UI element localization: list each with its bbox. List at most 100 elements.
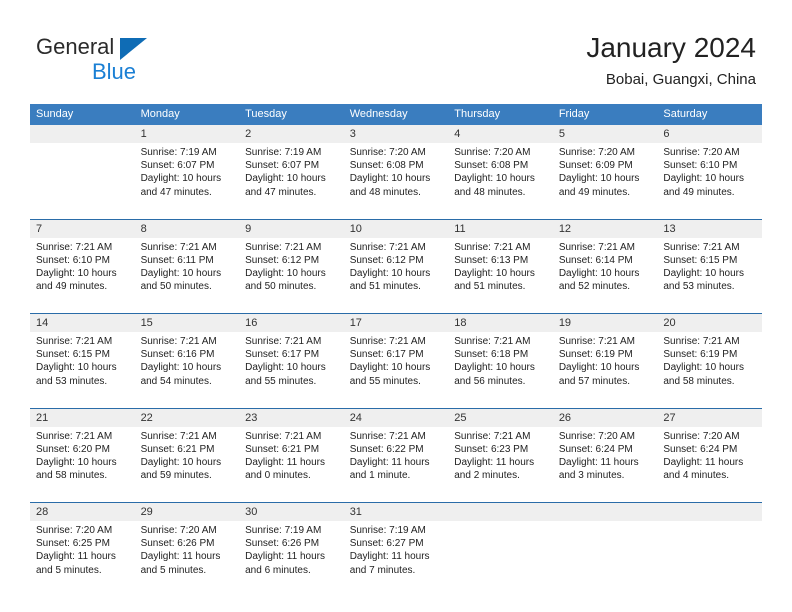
day-number-cell[interactable]: 30 <box>239 502 344 521</box>
daylight-text: Daylight: 10 hours <box>454 267 535 279</box>
day-number-cell[interactable]: 13 <box>657 218 762 238</box>
sunrise-text: Sunrise: 7:21 AM <box>663 336 740 347</box>
sunset-text: Sunset: 6:24 PM <box>663 443 738 455</box>
day-cell[interactable]: Sunrise: 7:21 AM Sunset: 6:17 PM Daylight:… <box>239 332 344 408</box>
day-cell[interactable]: Sunrise: 7:21 AM Sunset: 6:21 PM Daylight:… <box>134 426 240 503</box>
sunrise-text: Sunrise: 7:21 AM <box>558 336 635 347</box>
day-number-cell[interactable]: 12 <box>552 218 658 238</box>
daylight-text-cont: and 49 minutes. <box>36 281 108 293</box>
day-number-cell[interactable]: 29 <box>134 502 240 521</box>
day-number-cell[interactable]: 2 <box>239 125 344 143</box>
sunrise-text: Sunrise: 7:21 AM <box>349 430 426 442</box>
day-cell[interactable]: Sunrise: 7:21 AM Sunset: 6:22 PM Daylight:… <box>343 426 449 503</box>
day-cell[interactable]: Sunrise: 7:21 AM Sunset: 6:18 PM Daylight:… <box>448 332 553 408</box>
logo-text-blue: Blue <box>92 59 137 84</box>
daylight-text: Daylight: 10 hours <box>245 362 326 374</box>
day-number-cell[interactable]: 1 <box>134 125 240 143</box>
day-number-cell[interactable]: 25 <box>448 407 553 427</box>
day-cell[interactable]: Sunrise: 7:19 AM Sunset: 6:27 PM Daylight:… <box>343 521 449 597</box>
day-number-cell[interactable]: 11 <box>448 218 553 238</box>
day-number-cell[interactable]: 7 <box>30 218 135 238</box>
sunset-text: Sunset: 6:08 PM <box>349 160 424 172</box>
sunset-text: Sunset: 6:14 PM <box>558 254 633 266</box>
day-cell[interactable]: Sunrise: 7:20 AM Sunset: 6:26 PM Daylight:… <box>134 521 240 597</box>
day-number-cell[interactable]: 24 <box>343 407 449 427</box>
day-number-cell[interactable]: 6 <box>657 125 762 143</box>
day-number-cell[interactable]: 21 <box>30 407 135 427</box>
daylight-text: Daylight: 10 hours <box>663 362 744 374</box>
day-number-cell[interactable]: 31 <box>343 502 449 521</box>
day-number-cell[interactable]: 4 <box>448 125 553 143</box>
daylight-text: Daylight: 10 hours <box>454 362 535 374</box>
day-cell[interactable]: Sunrise: 7:20 AM Sunset: 6:08 PM Daylight:… <box>448 143 553 219</box>
day-cell[interactable]: Sunrise: 7:21 AM Sunset: 6:15 PM Daylight:… <box>657 237 762 314</box>
day-cell[interactable]: Sunrise: 7:20 AM Sunset: 6:08 PM Daylight:… <box>343 143 449 219</box>
daylight-text-cont: and 59 minutes. <box>140 470 212 482</box>
sunset-text: Sunset: 6:16 PM <box>140 349 215 361</box>
day-cell[interactable]: Sunrise: 7:19 AM Sunset: 6:07 PM Daylight:… <box>134 143 240 219</box>
daylight-text: Daylight: 11 hours <box>245 551 325 563</box>
daylight-text-cont: and 49 minutes. <box>558 186 630 198</box>
daylight-text: Daylight: 10 hours <box>349 173 431 185</box>
sunset-text: Sunset: 6:15 PM <box>663 254 738 266</box>
day-cell[interactable]: Sunrise: 7:21 AM Sunset: 6:15 PM Daylight:… <box>30 332 135 408</box>
day-number-cell[interactable]: 26 <box>552 407 658 427</box>
day-cell[interactable]: Sunrise: 7:20 AM Sunset: 6:24 PM Daylight:… <box>657 426 762 503</box>
day-number-cell[interactable]: 27 <box>657 407 762 427</box>
day-cell[interactable]: Sunrise: 7:20 AM Sunset: 6:24 PM Daylight:… <box>552 426 658 503</box>
day-cell[interactable]: Sunrise: 7:20 AM Sunset: 6:09 PM Daylight:… <box>552 143 658 219</box>
day-cell[interactable]: Sunrise: 7:19 AM Sunset: 6:07 PM Daylight:… <box>239 143 344 219</box>
sunrise-text: Sunrise: 7:21 AM <box>245 430 322 442</box>
day-cell[interactable]: Sunrise: 7:21 AM Sunset: 6:12 PM Daylight:… <box>239 237 344 314</box>
day-number-cell[interactable]: 28 <box>30 502 135 521</box>
daylight-text-cont: and 1 minute. <box>349 470 411 482</box>
daylight-text-cont: and 51 minutes. <box>349 281 421 293</box>
day-cell[interactable]: Sunrise: 7:21 AM Sunset: 6:11 PM Daylight:… <box>134 237 240 314</box>
sunrise-text: Sunrise: 7:20 AM <box>36 525 113 536</box>
day-cell[interactable]: Sunrise: 7:21 AM Sunset: 6:12 PM Daylight:… <box>343 237 449 314</box>
day-number-cell[interactable]: 23 <box>239 407 344 427</box>
daylight-text-cont: and 5 minutes. <box>140 564 207 576</box>
sunrise-text: Sunrise: 7:20 AM <box>558 430 635 442</box>
sunrise-text: Sunrise: 7:20 AM <box>663 430 740 442</box>
weekday-header-sunday: Sunday <box>30 104 135 125</box>
day-cell[interactable]: Sunrise: 7:21 AM Sunset: 6:10 PM Daylight:… <box>30 237 135 314</box>
daylight-text: Daylight: 10 hours <box>558 362 640 374</box>
daylight-text-cont: and 55 minutes. <box>349 375 421 387</box>
day-number-cell[interactable]: 17 <box>343 313 449 332</box>
day-cell[interactable]: Sunrise: 7:21 AM Sunset: 6:14 PM Daylight:… <box>552 237 658 314</box>
day-cell[interactable]: Sunrise: 7:21 AM Sunset: 6:16 PM Daylight:… <box>134 332 240 408</box>
day-number-empty <box>657 502 762 521</box>
sunrise-text: Sunrise: 7:19 AM <box>245 147 322 158</box>
daylight-text-cont: and 3 minutes. <box>558 470 625 482</box>
daylight-text: Daylight: 10 hours <box>140 173 222 185</box>
day-cell[interactable]: Sunrise: 7:21 AM Sunset: 6:17 PM Daylight:… <box>343 332 449 408</box>
day-number-empty <box>552 502 658 521</box>
sunrise-text: Sunrise: 7:21 AM <box>36 241 113 253</box>
day-number-cell[interactable]: 19 <box>552 313 658 332</box>
day-cell[interactable]: Sunrise: 7:21 AM Sunset: 6:19 PM Daylight:… <box>552 332 658 408</box>
day-cell[interactable]: Sunrise: 7:20 AM Sunset: 6:25 PM Daylight:… <box>30 521 135 597</box>
day-number-cell[interactable]: 20 <box>657 313 762 332</box>
day-number-cell[interactable]: 14 <box>30 313 135 332</box>
day-cell[interactable]: Sunrise: 7:21 AM Sunset: 6:21 PM Daylight:… <box>239 426 344 503</box>
day-number-cell[interactable]: 16 <box>239 313 344 332</box>
day-number-cell[interactable]: 18 <box>448 313 553 332</box>
sunrise-text: Sunrise: 7:21 AM <box>349 336 426 347</box>
day-number-cell[interactable]: 9 <box>239 218 344 238</box>
day-cell[interactable]: Sunrise: 7:21 AM Sunset: 6:19 PM Daylight:… <box>657 332 762 408</box>
day-number-cell[interactable]: 10 <box>343 218 449 238</box>
day-cell[interactable]: Sunrise: 7:20 AM Sunset: 6:10 PM Daylight:… <box>657 143 762 219</box>
day-cell[interactable]: Sunrise: 7:21 AM Sunset: 6:23 PM Daylight:… <box>448 426 553 503</box>
day-cell[interactable]: Sunrise: 7:21 AM Sunset: 6:13 PM Daylight:… <box>448 237 553 314</box>
day-number-cell[interactable]: 22 <box>134 407 240 427</box>
daylight-text-cont: and 54 minutes. <box>140 375 212 387</box>
day-number-cell[interactable]: 3 <box>343 125 449 143</box>
day-number-cell[interactable]: 5 <box>552 125 658 143</box>
day-cell[interactable]: Sunrise: 7:21 AM Sunset: 6:20 PM Daylight:… <box>30 426 135 503</box>
day-cell[interactable]: Sunrise: 7:19 AM Sunset: 6:26 PM Daylight:… <box>239 521 344 597</box>
day-number-empty <box>448 502 553 521</box>
day-number-cell[interactable]: 15 <box>134 313 240 332</box>
daylight-text: Daylight: 10 hours <box>349 362 431 374</box>
day-number-cell[interactable]: 8 <box>134 218 240 238</box>
